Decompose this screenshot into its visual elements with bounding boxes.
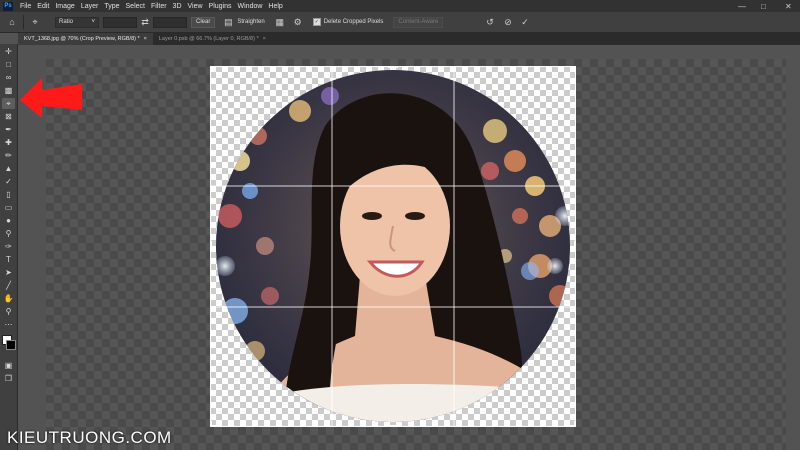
width-input[interactable] (103, 16, 137, 28)
zoom-icon[interactable]: ⚲ (2, 306, 15, 317)
photoshop-logo-icon: Ps (3, 1, 13, 11)
crop-tool-preset-icon[interactable]: ⌖ (29, 17, 41, 28)
content-aware-label: Content-Aware (398, 19, 439, 25)
menu-layer[interactable]: Layer (78, 3, 102, 10)
menu-file[interactable]: File (17, 3, 34, 10)
clear-button[interactable]: Clear (191, 16, 216, 28)
content-aware-button[interactable]: Content-Aware (393, 16, 444, 28)
lasso-icon[interactable]: ∞ (2, 72, 15, 83)
history-brush-icon[interactable]: ✓ (2, 176, 15, 187)
eraser-icon[interactable]: ▯ (2, 189, 15, 200)
type-icon[interactable]: T (2, 254, 15, 265)
watermark-text: KIEUTRUONG.COM (7, 428, 172, 447)
menu-window[interactable]: Window (235, 3, 266, 10)
crop-icon[interactable]: ⌖ (2, 98, 15, 109)
menu-3d[interactable]: 3D (170, 3, 185, 10)
swap-icon[interactable]: ⇄ (139, 17, 151, 28)
red-arrow-icon (20, 78, 82, 118)
crop-document-canvas[interactable] (210, 66, 576, 427)
height-input[interactable] (153, 16, 187, 28)
healing-brush-icon[interactable]: ✚ (2, 137, 15, 148)
object-select-icon[interactable]: ▩ (2, 85, 15, 96)
chevron-down-icon: ˅ (91, 19, 95, 25)
eyedropper-icon[interactable]: ✒ (2, 124, 15, 135)
options-bar: ⌂ ⌖ Ratio ˅ ⇄ Clear ▤ Straighten ▦ ⚙ ✓ D… (0, 12, 800, 33)
menu-select[interactable]: Select (123, 3, 148, 10)
canvas-area (18, 45, 800, 450)
reset-icon[interactable]: ↺ (484, 17, 496, 28)
overlay-grid-icon[interactable]: ▦ (273, 17, 287, 28)
menu-bar: Ps File Edit Image Layer Type Select Fil… (0, 0, 800, 12)
quick-mask-icon[interactable]: ▣ (2, 360, 15, 371)
clone-stamp-icon[interactable]: ▲ (2, 163, 15, 174)
tab-kvt-1368[interactable]: KVT_1368.jpg @ 70% (Crop Preview, RGB/8)… (18, 33, 153, 45)
brush-icon[interactable]: ✏ (2, 150, 15, 161)
close-window-icon[interactable]: ✕ (785, 0, 792, 12)
commit-checkmark-icon[interactable]: ✓ (519, 17, 531, 28)
menu-image[interactable]: Image (52, 3, 77, 10)
straighten-icon[interactable]: ▤ (221, 17, 235, 28)
line-icon[interactable]: ╱ (2, 280, 15, 291)
cancel-icon[interactable]: ⊘ (502, 17, 514, 28)
menu-help[interactable]: Help (265, 3, 285, 10)
more-icon[interactable]: ⋯ (2, 319, 15, 330)
menu-view[interactable]: View (185, 3, 206, 10)
maximize-icon[interactable]: □ (761, 0, 766, 12)
straighten-label[interactable]: Straighten (237, 19, 264, 25)
close-tab-icon[interactable]: × (263, 36, 266, 42)
menu-plugins[interactable]: Plugins (206, 3, 235, 10)
document-tabs: KVT_1368.jpg @ 70% (Crop Preview, RGB/8)… (18, 33, 800, 45)
divider (23, 15, 24, 29)
menu-edit[interactable]: Edit (34, 3, 52, 10)
settings-gear-icon[interactable]: ⚙ (291, 17, 305, 28)
background-color-swatch[interactable] (6, 340, 16, 350)
blur-icon[interactable]: ● (2, 215, 15, 226)
frame-icon[interactable]: ⊠ (2, 111, 15, 122)
marquee-icon[interactable]: □ (2, 59, 15, 70)
dodge-icon[interactable]: ⚲ (2, 228, 15, 239)
menu-type[interactable]: Type (101, 3, 122, 10)
minimize-icon[interactable]: — (738, 0, 746, 12)
ratio-select-label: Ratio (59, 19, 74, 25)
clear-button-label: Clear (196, 19, 211, 25)
gradient-icon[interactable]: ▭ (2, 202, 15, 213)
close-tab-icon[interactable]: × (144, 36, 147, 42)
menu-filter[interactable]: Filter (148, 3, 170, 10)
tab-layer-0-psb[interactable]: Layer 0.psb @ 66.7% (Layer 0, RGB/8) * × (153, 33, 272, 45)
pen-icon[interactable]: ✑ (2, 241, 15, 252)
tab-label: Layer 0.psb @ 66.7% (Layer 0, RGB/8) * (158, 36, 259, 42)
delete-cropped-checkbox[interactable]: ✓ (312, 18, 321, 26)
path-select-icon[interactable]: ➤ (2, 267, 15, 278)
hand-icon[interactable]: ✋ (2, 293, 15, 304)
ratio-select[interactable]: Ratio ˅ (55, 16, 99, 28)
move-icon[interactable]: ✛ (2, 46, 15, 57)
portrait-photo (210, 66, 576, 427)
delete-cropped-label: Delete Cropped Pixels (323, 19, 384, 25)
screen-mode-icon[interactable]: ❐ (2, 373, 15, 384)
home-icon[interactable]: ⌂ (6, 17, 18, 27)
tab-label: KVT_1368.jpg @ 70% (Crop Preview, RGB/8)… (24, 36, 140, 42)
